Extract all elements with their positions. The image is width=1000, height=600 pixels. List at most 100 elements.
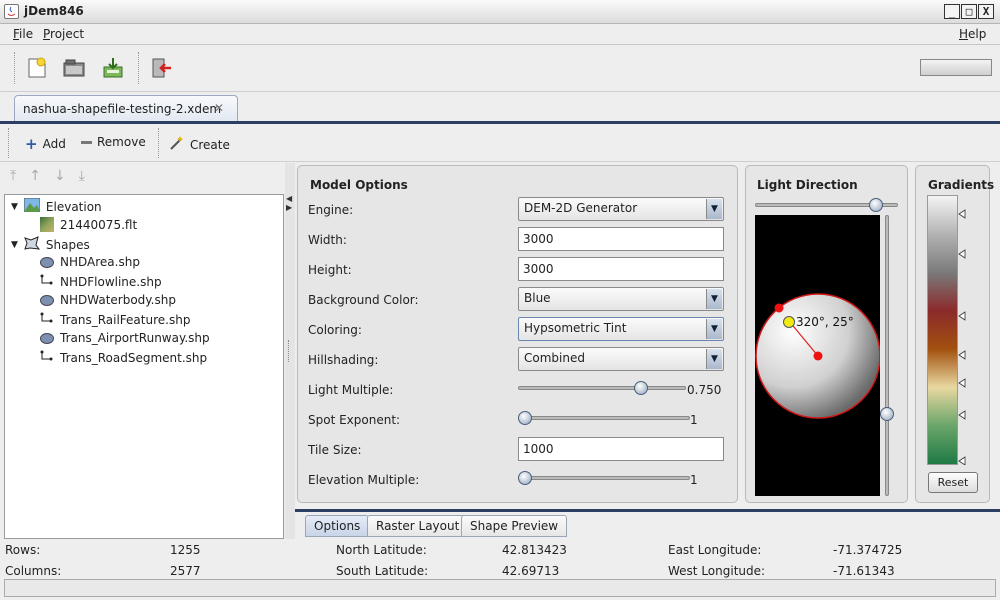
model-options-title: Model Options [310, 178, 408, 192]
spot-exponent-slider-track[interactable] [518, 416, 690, 420]
create-wand-icon [169, 135, 185, 154]
coloring-label: Coloring: [308, 323, 362, 337]
north-latitude-label: North Latitude: [336, 543, 427, 557]
tile-size-label: Tile Size: [308, 443, 362, 457]
tree-node-elevation[interactable]: ▼ Elevation [11, 197, 102, 215]
open-folder-icon[interactable] [62, 56, 86, 80]
height-label: Height: [308, 263, 352, 277]
light-multiple-value: 0.750 [687, 383, 722, 397]
chevron-down-icon: ▼ [706, 289, 722, 309]
menu-bar [0, 24, 1000, 45]
background-color-select[interactable]: Blue ▼ [518, 287, 724, 311]
light-direction-title: Light Direction [757, 178, 858, 192]
tree-node-shapefile[interactable]: NHDWaterbody.shp [40, 293, 176, 307]
engine-label: Engine: [308, 203, 354, 217]
columns-value: 2577 [170, 564, 201, 578]
menu-help[interactable]: Help [959, 27, 986, 41]
light-elevation-slider-knob[interactable] [880, 407, 894, 421]
spot-exponent-slider-knob[interactable] [518, 411, 532, 425]
background-color-label: Background Color: [308, 293, 419, 307]
gradients-title: Gradients [928, 178, 995, 192]
tree-node-shapefile[interactable]: Trans_AirportRunway.shp [40, 331, 210, 345]
splitter-arrows-icon[interactable]: ◀ ▶ [286, 194, 292, 212]
move-to-top-icon[interactable]: ⤒ [10, 168, 16, 184]
title-bar [0, 0, 1000, 24]
west-longitude-label: West Longitude: [668, 564, 766, 578]
light-multiple-slider-knob[interactable] [633, 381, 648, 395]
engine-select[interactable]: DEM-2D Generator ▼ [518, 197, 724, 221]
polygon-shape-icon [40, 332, 54, 344]
save-export-icon[interactable] [101, 56, 125, 80]
light-multiple-slider-track[interactable] [518, 386, 686, 390]
gradient-preview [927, 195, 958, 465]
rows-label: Rows: [5, 543, 41, 557]
elevation-multiple-slider-knob[interactable] [518, 471, 532, 485]
tree-node-shapefile[interactable]: NHDArea.shp [40, 255, 140, 269]
tab-raster-layout[interactable]: Raster Layout [367, 515, 469, 537]
minimize-button[interactable]: _ [944, 4, 960, 19]
south-latitude-value: 42.69713 [502, 564, 560, 578]
spot-exponent-value: 1 [690, 413, 698, 427]
raster-file-icon [40, 217, 54, 232]
polygon-shape-icon [40, 256, 54, 268]
tab-options[interactable]: Options [305, 515, 370, 537]
reset-button[interactable]: Reset [928, 472, 978, 493]
document-tab-label: nashua-shapefile-testing-2.xdem [23, 102, 222, 116]
tree-node-elevation-file[interactable]: 21440075.flt [40, 217, 137, 232]
expand-arrow-icon[interactable]: ▼ [11, 240, 18, 250]
expand-arrow-icon[interactable]: ▼ [11, 202, 18, 212]
elevation-multiple-label: Elevation Multiple: [308, 473, 420, 487]
tree-node-shapes[interactable]: ▼ Shapes [11, 236, 90, 253]
bottom-tab-line [295, 509, 1000, 512]
elevation-multiple-slider-track[interactable] [518, 476, 690, 480]
plus-icon: + [25, 135, 38, 153]
tab-shape-preview[interactable]: Shape Preview [461, 515, 568, 537]
west-longitude-value: -71.61343 [833, 564, 895, 578]
splitter-grip[interactable] [288, 340, 291, 362]
toolbar-grip [14, 52, 16, 84]
hillshading-select[interactable]: Combined ▼ [518, 347, 724, 371]
chevron-down-icon: ▼ [706, 319, 722, 339]
tree-node-shapefile[interactable]: NHDFlowline.shp [40, 274, 162, 290]
south-latitude-label: South Latitude: [336, 564, 429, 578]
status-bar [4, 579, 996, 597]
width-label: Width: [308, 233, 347, 247]
move-to-bottom-icon[interactable]: ⤓ [79, 168, 85, 184]
width-field[interactable]: 3000 [518, 227, 724, 251]
elevation-icon [23, 197, 41, 215]
light-multiple-label: Light Multiple: [308, 383, 394, 397]
east-longitude-label: East Longitude: [668, 543, 762, 557]
coloring-select[interactable]: Hypsometric Tint ▼ [518, 317, 724, 341]
height-field[interactable]: 3000 [518, 257, 724, 281]
north-latitude-value: 42.813423 [502, 543, 567, 557]
close-window-button[interactable]: X [978, 4, 994, 19]
layer-order-controls: ⤒ ↑ ↓ ⤓ [10, 168, 85, 184]
light-direction-preview[interactable] [755, 215, 881, 496]
shapes-icon [24, 236, 41, 253]
java-app-icon [4, 4, 19, 19]
add-button[interactable]: + Add [25, 135, 66, 153]
tab-close-icon[interactable]: ✕ [214, 101, 224, 115]
elevation-multiple-value: 1 [690, 473, 698, 487]
tree-node-shapefile[interactable]: Trans_RoadSegment.shp [40, 350, 207, 366]
menu-project[interactable]: Project [43, 27, 84, 41]
light-azimuth-slider-knob[interactable] [869, 198, 883, 212]
hillshading-label: Hillshading: [308, 353, 379, 367]
tile-size-field[interactable]: 1000 [518, 437, 724, 461]
polyline-shape-icon [40, 274, 54, 290]
remove-button[interactable]: Remove [81, 135, 146, 149]
light-elevation-slider-track[interactable] [885, 215, 889, 496]
maximize-button[interactable]: □ [961, 4, 977, 19]
tree-node-shapefile[interactable]: Trans_RailFeature.shp [40, 312, 190, 328]
move-down-icon[interactable]: ↓ [54, 168, 66, 184]
columns-label: Columns: [5, 564, 62, 578]
move-up-icon[interactable]: ↑ [29, 168, 41, 184]
new-document-icon[interactable] [25, 56, 49, 80]
menu-file[interactable]: File [13, 27, 33, 41]
east-longitude-value: -71.374725 [833, 543, 903, 557]
gradient-stops[interactable] [958, 195, 968, 466]
exit-icon[interactable] [149, 56, 173, 80]
progress-bar [920, 59, 992, 76]
create-button[interactable]: Create [169, 135, 230, 154]
chevron-down-icon: ▼ [706, 349, 722, 369]
